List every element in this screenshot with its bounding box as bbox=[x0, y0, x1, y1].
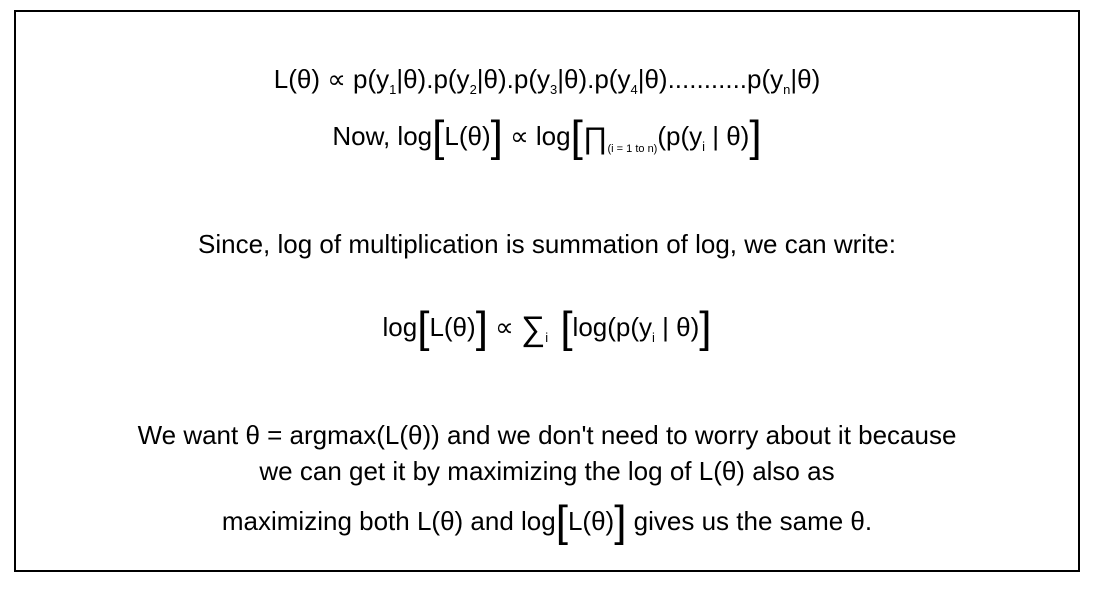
eq4-inner: log(p(y bbox=[572, 312, 653, 342]
eq1-term4: |θ)...........p(y bbox=[637, 64, 784, 94]
left-bracket: [ bbox=[432, 112, 445, 161]
line7-prefix: maximizing both L(θ) and log bbox=[221, 506, 556, 536]
product-range: (i = 1 to n) bbox=[607, 143, 658, 155]
content-box: L(θ) ∝ p(y1|θ).p(y2|θ).p(y3|θ).p(y4|θ)..… bbox=[14, 10, 1080, 572]
eq4-given: | θ) bbox=[654, 312, 700, 342]
eq2-inner: (p(y bbox=[657, 121, 703, 151]
right-bracket: ] bbox=[475, 303, 488, 352]
eq4-log: log bbox=[382, 312, 418, 342]
summation-symbol: ∑ bbox=[520, 310, 546, 348]
log-likelihood-product-equation: Now, log[L(θ)] ∝ log[∏(i = 1 to n)(p(yi … bbox=[16, 115, 1078, 159]
product-symbol: ∏ bbox=[582, 122, 608, 155]
right-bracket: ] bbox=[699, 303, 712, 352]
left-bracket: [ bbox=[570, 112, 583, 161]
eq2-now-log: Now, log bbox=[332, 121, 433, 151]
eq1-term1: |θ).p(y bbox=[396, 64, 470, 94]
left-bracket: [ bbox=[555, 497, 568, 546]
right-bracket: ] bbox=[490, 112, 503, 161]
subscript-4: 4 bbox=[630, 82, 638, 97]
eq4-proportional: ∝ bbox=[487, 312, 521, 342]
eq2-likelihood: L(θ) bbox=[444, 121, 491, 151]
right-bracket: ] bbox=[614, 497, 627, 546]
eq1-term2: |θ).p(y bbox=[476, 64, 551, 94]
line7-likelihood: L(θ) bbox=[567, 506, 615, 536]
left-bracket: [ bbox=[417, 303, 430, 352]
line7-suffix: gives us the same θ. bbox=[626, 506, 873, 536]
argmax-explanation-line1: We want θ = argmax(L(θ)) and we don't ne… bbox=[137, 420, 957, 450]
likelihood-product-equation: L(θ) ∝ p(y1|θ).p(y2|θ).p(y3|θ).p(y4|θ)..… bbox=[16, 64, 1078, 96]
log-likelihood-sum-equation: log[L(θ)] ∝ ∑i [log(p(yi | θ)] bbox=[16, 306, 1078, 350]
eq4-likelihood: L(θ) bbox=[429, 312, 476, 342]
eq1-term5: |θ) bbox=[790, 64, 821, 94]
eq2-given: | θ) bbox=[705, 121, 750, 151]
argmax-explanation-line2: we can get it by maximizing the log of L… bbox=[259, 456, 835, 486]
argmax-explanation-line3: maximizing both L(θ) and log[L(θ)] gives… bbox=[16, 500, 1078, 544]
right-bracket: ] bbox=[749, 112, 762, 161]
eq1-term3: |θ).p(y bbox=[557, 64, 631, 94]
explanation-text: Since, log of multiplication is summatio… bbox=[198, 229, 896, 259]
subscript-2: 2 bbox=[469, 82, 477, 97]
left-bracket: [ bbox=[548, 303, 573, 352]
eq2-proportional-log: ∝ log bbox=[502, 121, 571, 151]
eq1-prefix: L(θ) ∝ p(y bbox=[273, 64, 390, 94]
